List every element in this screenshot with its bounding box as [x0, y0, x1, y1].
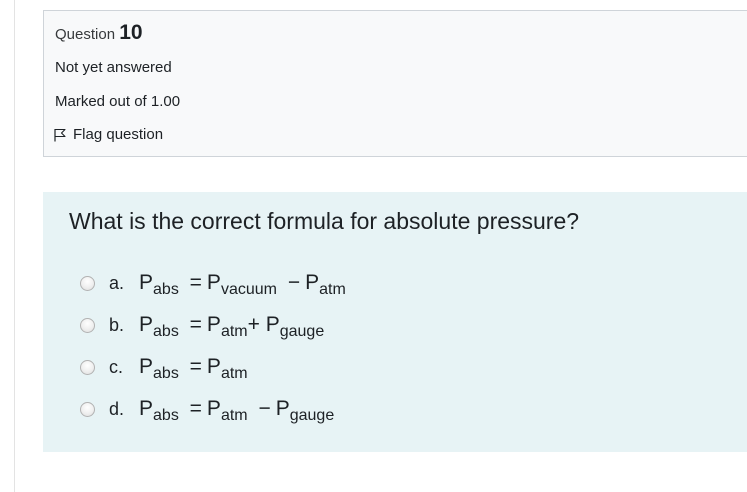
answer-letter: a.: [109, 272, 125, 293]
flag-question-link[interactable]: Flag question: [53, 126, 163, 143]
answer-formula: Pabs = Pvacuum − Patm: [139, 271, 346, 298]
question-label: Question: [55, 26, 116, 43]
question-info-panel: Question 10 Not yet answered Marked out …: [43, 10, 747, 157]
flag-question-label: Flag question: [73, 126, 164, 143]
answer-letter: d.: [109, 398, 125, 419]
answer-radio-b[interactable]: [80, 317, 95, 333]
question-grade: Marked out of 1.00: [55, 93, 181, 110]
question-content-panel: What is the correct formula for absolute…: [43, 192, 747, 452]
answer-letter: b.: [109, 314, 125, 335]
answer-option-a[interactable]: a. Pabs = Pvacuum − Patm: [80, 268, 346, 298]
answer-letter: c.: [109, 356, 124, 377]
question-number: 10: [119, 21, 143, 44]
question-number-heading: Question 10: [55, 21, 143, 45]
answer-radio-d[interactable]: [80, 401, 95, 417]
answer-option-d[interactable]: d. Pabs = Patm − Pgauge: [80, 394, 334, 424]
answer-formula: Pabs = Patm − Pgauge: [139, 397, 335, 424]
answer-option-c[interactable]: c. Pabs = Patm: [80, 352, 248, 382]
page-left-border: [14, 0, 15, 492]
question-state: Not yet answered: [55, 59, 172, 76]
answer-formula: Pabs = Patm: [139, 355, 248, 382]
answer-formula: Pabs = Patm+ Pgauge: [139, 313, 325, 340]
flag-icon: [53, 128, 67, 142]
answer-radio-a[interactable]: [80, 275, 95, 291]
answer-option-b[interactable]: b. Pabs = Patm+ Pgauge: [80, 310, 324, 340]
question-text: What is the correct formula for absolute…: [69, 208, 580, 234]
answer-radio-c[interactable]: [80, 359, 95, 375]
